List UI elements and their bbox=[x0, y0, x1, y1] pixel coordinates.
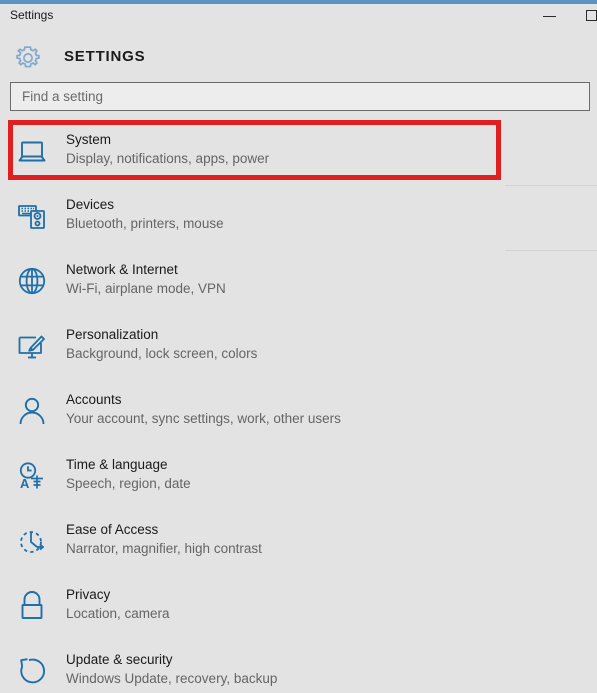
settings-category-list: System Display, notifications, apps, pow… bbox=[0, 120, 597, 693]
category-subtitle: Your account, sync settings, work, other… bbox=[66, 411, 341, 426]
category-item-time-language[interactable]: A Time & language Speech, region, date bbox=[0, 445, 501, 506]
laptop-icon bbox=[14, 133, 50, 169]
settings-window: Settings SETTINGS Find a setting System … bbox=[0, 0, 597, 693]
ease-of-access-icon bbox=[14, 523, 50, 559]
category-item-ease-of-access[interactable]: Ease of Access Narrator, magnifier, high… bbox=[0, 510, 501, 571]
category-subtitle: Narrator, magnifier, high contrast bbox=[66, 541, 262, 556]
person-icon bbox=[14, 393, 50, 429]
lock-icon bbox=[14, 588, 50, 624]
category-subtitle: Location, camera bbox=[66, 606, 170, 621]
category-item-update-security[interactable]: Update & security Windows Update, recove… bbox=[0, 640, 501, 693]
category-item-system[interactable]: System Display, notifications, apps, pow… bbox=[0, 120, 501, 181]
category-item-accounts[interactable]: Accounts Your account, sync settings, wo… bbox=[0, 380, 501, 441]
category-item-personalization[interactable]: Personalization Background, lock screen,… bbox=[0, 315, 501, 376]
category-title: Devices bbox=[66, 197, 115, 212]
minimize-icon bbox=[543, 16, 556, 17]
category-title: Network & Internet bbox=[66, 262, 178, 277]
globe-icon bbox=[14, 263, 50, 299]
category-subtitle: Display, notifications, apps, power bbox=[66, 151, 270, 166]
category-title: Time & language bbox=[66, 457, 168, 472]
search-box[interactable] bbox=[10, 82, 590, 111]
settings-header: SETTINGS bbox=[0, 36, 597, 78]
category-title: System bbox=[66, 132, 112, 147]
clock-language-icon: A bbox=[14, 458, 50, 494]
devices-icon bbox=[14, 198, 50, 234]
search-input[interactable] bbox=[11, 83, 589, 110]
gear-icon bbox=[13, 43, 43, 73]
maximize-button[interactable] bbox=[572, 4, 597, 28]
category-subtitle: Wi-Fi, airplane mode, VPN bbox=[66, 281, 226, 296]
category-title: Update & security bbox=[66, 652, 173, 667]
category-subtitle: Speech, region, date bbox=[66, 476, 191, 491]
title-bar: Settings bbox=[0, 4, 597, 28]
category-subtitle: Background, lock screen, colors bbox=[66, 346, 258, 361]
refresh-icon bbox=[14, 653, 50, 689]
category-title: Ease of Access bbox=[66, 522, 159, 537]
category-title: Accounts bbox=[66, 392, 122, 407]
window-title: Settings bbox=[10, 8, 54, 22]
maximize-icon bbox=[586, 10, 597, 21]
svg-text:A: A bbox=[20, 476, 30, 491]
category-item-network-internet[interactable]: Network & Internet Wi-Fi, airplane mode,… bbox=[0, 250, 501, 311]
category-item-privacy[interactable]: Privacy Location, camera bbox=[0, 575, 501, 636]
minimize-button[interactable] bbox=[528, 4, 572, 28]
paintbrush-monitor-icon bbox=[14, 328, 50, 364]
category-item-devices[interactable]: Devices Bluetooth, printers, mouse bbox=[0, 185, 501, 246]
category-subtitle: Windows Update, recovery, backup bbox=[66, 671, 278, 686]
page-title: SETTINGS bbox=[64, 48, 146, 65]
category-title: Privacy bbox=[66, 587, 111, 602]
category-title: Personalization bbox=[66, 327, 159, 342]
category-subtitle: Bluetooth, printers, mouse bbox=[66, 216, 224, 231]
